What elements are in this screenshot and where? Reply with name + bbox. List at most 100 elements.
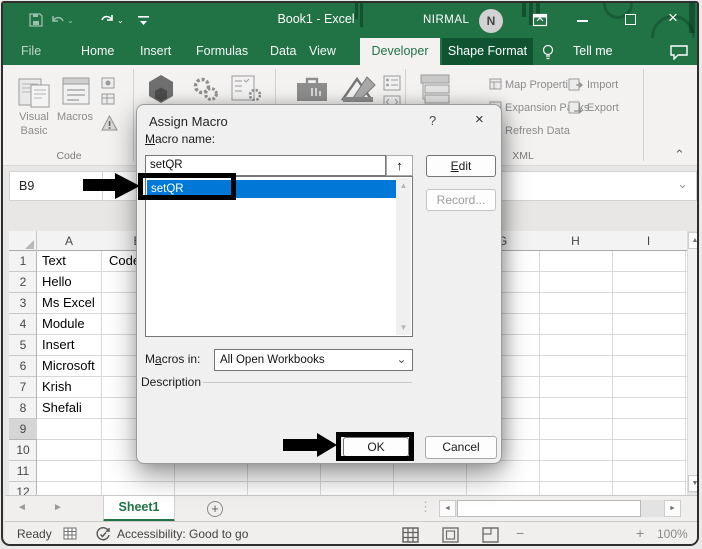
- macro-list[interactable]: setQR ▲ ▼: [145, 176, 413, 337]
- cancel-button[interactable]: Cancel: [425, 436, 497, 459]
- row-header[interactable]: 1: [9, 251, 37, 272]
- scroll-up-icon[interactable]: ▲: [688, 232, 697, 249]
- cell-a6[interactable]: Microsoft: [38, 356, 100, 377]
- sheet-tab-sheet1[interactable]: Sheet1: [103, 496, 175, 522]
- collapse-ribbon-icon[interactable]: ⌃: [674, 147, 685, 163]
- avatar[interactable]: N: [479, 9, 503, 33]
- cell-a4[interactable]: Module: [38, 314, 100, 335]
- macro-list-scrollbar[interactable]: ▲ ▼: [396, 178, 411, 335]
- tab-home[interactable]: Home: [81, 38, 114, 65]
- tab-splitter-icon[interactable]: ⋮: [419, 499, 432, 515]
- tab-developer[interactable]: Developer: [360, 38, 440, 65]
- column-header-i[interactable]: I: [612, 231, 685, 251]
- save-icon[interactable]: [29, 13, 43, 27]
- row-header[interactable]: 4: [9, 314, 37, 335]
- visual-basic-icon[interactable]: [17, 73, 53, 109]
- macros-label[interactable]: Macros: [51, 111, 99, 123]
- excel-add-ins-icon[interactable]: [231, 75, 261, 101]
- row-header[interactable]: 11: [9, 461, 37, 482]
- account-name[interactable]: NIRMAL: [423, 14, 469, 26]
- com-add-ins-icon[interactable]: [191, 75, 219, 103]
- column-header-h[interactable]: H: [539, 231, 612, 251]
- row-header-active[interactable]: 9: [9, 419, 37, 440]
- minimize-button[interactable]: [577, 20, 588, 22]
- design-mode-icon[interactable]: [339, 73, 377, 103]
- redo-dropdown-icon[interactable]: ⌄: [117, 16, 124, 25]
- cell-a2[interactable]: Hello: [38, 272, 100, 293]
- sheet-nav-right-icon[interactable]: ►: [53, 502, 63, 513]
- tab-formulas[interactable]: Formulas: [196, 38, 248, 65]
- dropdown-chevron-icon[interactable]: ⌄: [391, 350, 412, 370]
- undo-dropdown-icon[interactable]: ⌄: [67, 16, 74, 25]
- new-sheet-button[interactable]: +: [207, 501, 223, 517]
- relative-references-icon[interactable]: [101, 93, 115, 105]
- accessibility-checker-icon[interactable]: [95, 526, 111, 542]
- row-header[interactable]: 12: [9, 482, 37, 495]
- row-header[interactable]: 8: [9, 398, 37, 419]
- edit-button[interactable]: Edit: [426, 155, 496, 177]
- dialog-help-icon[interactable]: ?: [429, 113, 436, 128]
- select-all-corner[interactable]: [9, 231, 37, 251]
- cell-a1[interactable]: Text: [38, 251, 100, 272]
- annotation-box-ok-button: [336, 432, 414, 461]
- zoom-in-button[interactable]: +: [636, 525, 644, 541]
- scroll-right-icon[interactable]: ►: [664, 500, 681, 517]
- tab-insert[interactable]: Insert: [140, 38, 171, 65]
- tell-me[interactable]: Tell me: [573, 38, 613, 65]
- tab-view[interactable]: View: [309, 38, 336, 65]
- properties-icon[interactable]: [383, 75, 401, 91]
- export-label[interactable]: Export: [587, 102, 619, 114]
- cell-a7[interactable]: Krish: [38, 377, 100, 398]
- horizontal-scroll-thumb[interactable]: [457, 500, 641, 517]
- undo-icon[interactable]: [50, 13, 65, 27]
- close-button[interactable]: ×: [668, 9, 678, 26]
- record-macro-icon[interactable]: [101, 77, 115, 89]
- vertical-scrollbar[interactable]: ▲ ▼: [687, 231, 697, 493]
- page-layout-view-icon[interactable]: [442, 527, 459, 543]
- maximize-button[interactable]: [625, 14, 636, 25]
- add-ins-icon[interactable]: [145, 73, 177, 105]
- dialog-close-icon[interactable]: ×: [475, 111, 484, 128]
- macro-name-up-button[interactable]: ↑: [386, 155, 413, 176]
- cell-a3[interactable]: Ms Excel: [38, 293, 100, 314]
- macros-in-dropdown[interactable]: All Open Workbooks ⌄: [214, 349, 413, 371]
- ribbon-display-options-icon[interactable]: [532, 12, 548, 28]
- normal-view-icon[interactable]: [402, 527, 419, 543]
- comments-icon[interactable]: [669, 44, 689, 60]
- customize-quick-access-icon[interactable]: [137, 14, 150, 27]
- cell-a5[interactable]: Insert: [38, 335, 100, 356]
- macros-icon[interactable]: [60, 75, 92, 107]
- formula-bar-expand-icon[interactable]: ⌄: [677, 176, 688, 192]
- row-header[interactable]: 5: [9, 335, 37, 356]
- scroll-down-icon[interactable]: ▼: [688, 475, 697, 492]
- insert-controls-icon[interactable]: [295, 75, 331, 103]
- page-break-preview-icon[interactable]: [482, 527, 499, 543]
- list-scroll-down-icon[interactable]: ▼: [396, 323, 411, 332]
- row-header[interactable]: 2: [9, 272, 37, 293]
- zoom-out-button[interactable]: −: [516, 525, 524, 541]
- accessibility-status[interactable]: Accessibility: Good to go: [117, 527, 248, 541]
- import-label[interactable]: Import: [587, 79, 618, 91]
- list-scroll-up-icon[interactable]: ▲: [396, 181, 411, 190]
- map-properties-icon[interactable]: [489, 78, 502, 90]
- redo-icon[interactable]: [99, 12, 115, 27]
- row-header[interactable]: 3: [9, 293, 37, 314]
- tab-shape-format[interactable]: Shape Format: [442, 38, 533, 65]
- zoom-level[interactable]: 100%: [657, 527, 688, 541]
- xml-source-icon[interactable]: [419, 73, 451, 107]
- scroll-left-icon[interactable]: ◄: [439, 500, 456, 517]
- column-header-a[interactable]: A: [37, 231, 101, 251]
- cell-a8[interactable]: Shefali: [38, 398, 100, 419]
- macro-record-icon[interactable]: [63, 527, 77, 540]
- sheet-nav-left-icon[interactable]: ◄: [17, 502, 27, 513]
- row-header[interactable]: 6: [9, 356, 37, 377]
- tab-file[interactable]: File: [21, 38, 41, 65]
- import-icon[interactable]: [568, 78, 583, 91]
- export-icon[interactable]: [568, 101, 583, 114]
- row-header[interactable]: 10: [9, 440, 37, 461]
- excel-window: ⌄ ⌄ Book1 - Excel NIRMAL N × File Home I…: [1, 1, 699, 546]
- record-button[interactable]: Record...: [426, 189, 496, 211]
- refresh-data-label[interactable]: Refresh Data: [505, 125, 570, 137]
- row-header[interactable]: 7: [9, 377, 37, 398]
- tab-data[interactable]: Data: [270, 38, 296, 65]
